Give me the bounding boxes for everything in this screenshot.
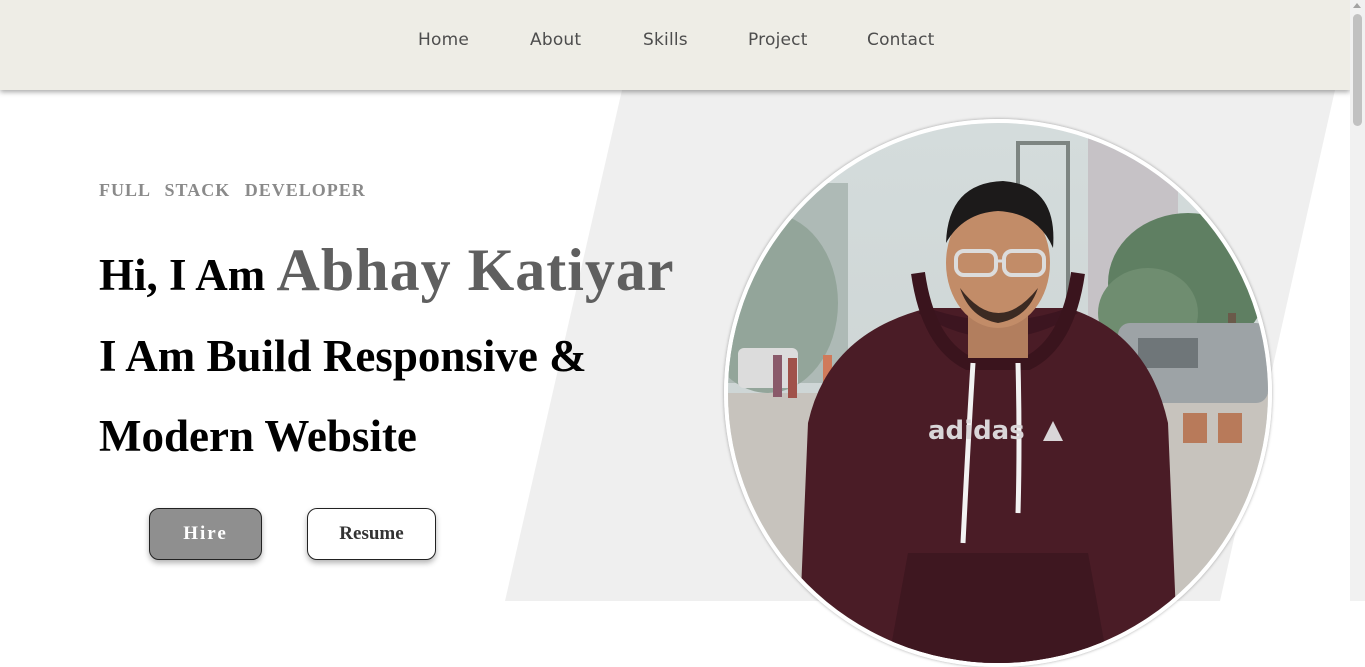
greeting-name: Abhay Katiyar	[276, 237, 675, 303]
profile-photo: adidas	[724, 119, 1272, 667]
nav-links: Home About Skills Project Contact	[0, 30, 1350, 54]
scrollbar-thumb[interactable]	[1353, 14, 1362, 126]
nav-contact[interactable]: Contact	[867, 30, 935, 50]
scroll-up-arrow-icon[interactable]	[1353, 3, 1361, 8]
hire-button[interactable]: Hire	[149, 508, 262, 560]
nav-project[interactable]: Project	[748, 30, 808, 50]
nav-home[interactable]: Home	[418, 30, 469, 50]
greeting-intro: Hi, I Am	[99, 250, 277, 300]
hero-tagline-line2: Modern Website	[99, 411, 417, 461]
nav-about[interactable]: About	[530, 30, 581, 50]
hero-tagline-line1: I Am Build Responsive &	[99, 331, 587, 381]
profile-photo-illustration: adidas	[728, 123, 1268, 663]
shirt-brand-text: adidas	[928, 416, 1025, 446]
page-scrollbar[interactable]	[1350, 0, 1365, 601]
resume-button[interactable]: Resume	[307, 508, 436, 560]
nav-skills[interactable]: Skills	[643, 30, 688, 50]
top-navbar: Home About Skills Project Contact	[0, 0, 1350, 90]
hero-greeting: Hi, I Am Abhay Katiyar	[99, 236, 675, 305]
role-subtitle: FULL STACK DEVELOPER	[99, 180, 366, 200]
